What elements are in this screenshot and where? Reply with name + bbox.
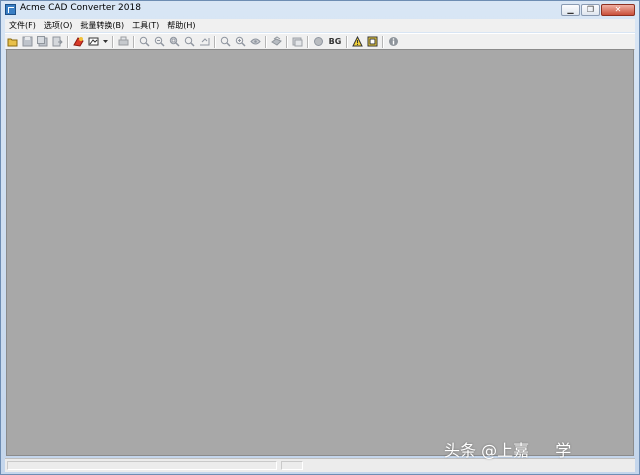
- toolbar-separator: [214, 35, 216, 48]
- zoom-window-icon[interactable]: [168, 36, 181, 48]
- status-pane-main: [7, 461, 277, 470]
- minimize-button[interactable]: ▁: [561, 4, 580, 16]
- save-icon[interactable]: [21, 36, 34, 48]
- export-icon[interactable]: [51, 36, 64, 48]
- chevron-down-icon[interactable]: [102, 36, 109, 48]
- status-pane-small: [281, 461, 303, 470]
- open-folder-icon[interactable]: [6, 36, 19, 48]
- window-title: Acme CAD Converter 2018: [20, 3, 141, 13]
- eye-icon[interactable]: [249, 36, 262, 48]
- pan-icon[interactable]: [234, 36, 247, 48]
- frame-icon[interactable]: [366, 36, 379, 48]
- print-icon[interactable]: [117, 36, 130, 48]
- toolbar-separator: [67, 35, 69, 48]
- redraw-icon[interactable]: [291, 36, 304, 48]
- toolbar-separator: [265, 35, 267, 48]
- app-icon[interactable]: [5, 4, 16, 15]
- save-all-icon[interactable]: [36, 36, 49, 48]
- color-icon[interactable]: [312, 36, 325, 48]
- menu-options[interactable]: 选项(O): [40, 19, 77, 32]
- toolbar-separator: [133, 35, 135, 48]
- close-button[interactable]: ✕: [601, 4, 635, 16]
- menu-batch-convert[interactable]: 批量转换(B): [76, 19, 128, 32]
- restore-button[interactable]: ❐: [581, 4, 600, 16]
- menu-help[interactable]: 帮助(H): [163, 19, 199, 32]
- info-icon[interactable]: [387, 36, 400, 48]
- watermark: 头条 @上嘉 学: [444, 441, 572, 460]
- toolbar-separator: [307, 35, 309, 48]
- drawing-workspace[interactable]: [6, 49, 634, 456]
- app-window: Acme CAD Converter 2018 ▁ ❐ ✕ 文件(F) 选项(O…: [0, 0, 640, 475]
- toolbar-separator: [382, 35, 384, 48]
- toolbar-separator: [346, 35, 348, 48]
- title-bar[interactable]: Acme CAD Converter 2018 ▁ ❐ ✕: [1, 1, 639, 19]
- menu-bar: 文件(F) 选项(O) 批量转换(B) 工具(T) 帮助(H): [5, 19, 635, 32]
- zoom-previous-icon[interactable]: [198, 36, 211, 48]
- background-button[interactable]: BG: [327, 36, 343, 48]
- window-controls: ▁ ❐ ✕: [561, 4, 635, 16]
- toolbar-separator: [286, 35, 288, 48]
- convert-icon[interactable]: [72, 36, 85, 48]
- warning-icon[interactable]: [351, 36, 364, 48]
- toolbar-separator: [112, 35, 114, 48]
- menu-file[interactable]: 文件(F): [5, 19, 40, 32]
- layer-icon[interactable]: [270, 36, 283, 48]
- zoom-realtime-icon[interactable]: [219, 36, 232, 48]
- view-icon[interactable]: [87, 36, 100, 48]
- toolbar: BG: [5, 33, 635, 50]
- menu-tools[interactable]: 工具(T): [128, 19, 163, 32]
- zoom-extents-icon[interactable]: [183, 36, 196, 48]
- background-label: BG: [328, 36, 342, 46]
- zoom-in-icon[interactable]: [138, 36, 151, 48]
- zoom-out-icon[interactable]: [153, 36, 166, 48]
